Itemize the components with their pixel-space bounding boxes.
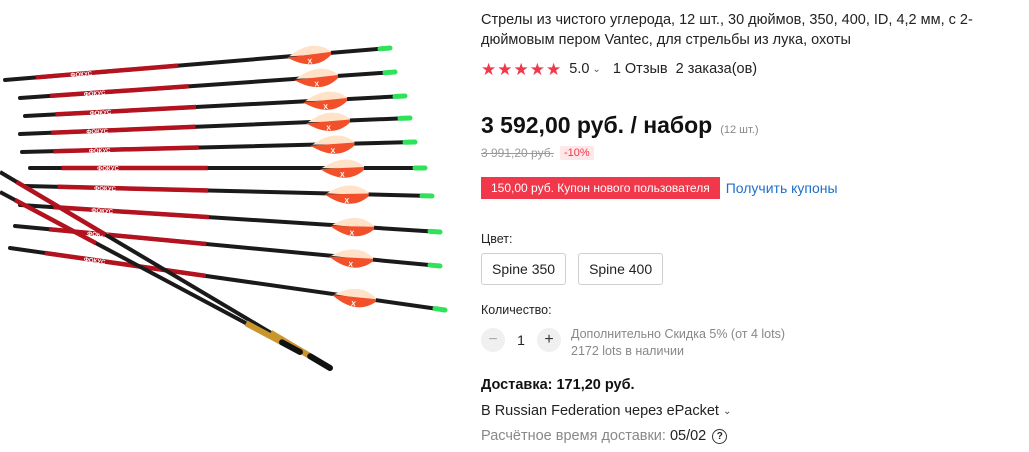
eta-value: 05/02 xyxy=(669,428,707,444)
delivery-title: Доставка: 171,20 руб. xyxy=(481,377,635,393)
increase-quantity-button[interactable]: + xyxy=(537,328,561,352)
shipping-method: В Russian Federation через ePacket xyxy=(481,403,719,419)
star-icon: ★ xyxy=(481,59,497,79)
current-price: 3 592,00 руб. / набор xyxy=(481,112,713,138)
quantity-stepper: − 1 + Дополнительно Скидка 5% (от 4 lots… xyxy=(481,326,785,360)
arrow-shaft: ФОКУС X xyxy=(18,112,413,136)
brand-text: ФОКУС xyxy=(90,110,113,117)
coupon-row: 150,00 руб. Купон нового пользователя По… xyxy=(481,177,838,199)
brand-text: ФОКУС xyxy=(86,129,109,136)
logo-text: X xyxy=(351,301,357,309)
logo-text: X xyxy=(307,58,313,65)
price-unit: (12 шт.) xyxy=(720,124,759,136)
brand-text: ФОКУС xyxy=(70,71,93,79)
price-row: 3 592,00 руб. / набор (12 шт.) xyxy=(481,112,759,139)
star-icon: ★ xyxy=(513,59,529,79)
rating-stars[interactable]: ★ ★ ★ ★ ★ xyxy=(481,61,561,78)
old-price: 3 991,20 руб. xyxy=(481,146,554,160)
star-icon: ★ xyxy=(497,59,513,79)
get-coupons-link[interactable]: Получить купоны xyxy=(726,180,838,196)
help-icon[interactable]: ? xyxy=(712,428,728,444)
arrows-illustration: ФОКУСXФОКУСXФОКУСXФОКУС XФОКУС XФОКУСXФОКУ… xyxy=(0,45,448,371)
brand-text: ФОКУС xyxy=(97,167,119,173)
discount-badge: -10% xyxy=(559,146,594,160)
logo-text: X xyxy=(348,261,354,268)
logo-text: X xyxy=(344,198,349,205)
logo-text: X xyxy=(314,81,319,88)
brand-text: ФОКУС xyxy=(94,186,116,193)
arrow-shaft: ФОКУС X xyxy=(28,159,428,179)
extra-discount-text: Дополнительно Скидка 5% (от 4 lots) xyxy=(571,327,785,341)
quantity-value[interactable]: 1 xyxy=(505,328,537,352)
diagonal-arrow xyxy=(0,190,303,355)
variant-options: Spine 350 Spine 400 xyxy=(481,253,664,285)
product-title: Стрелы из чистого углерода, 12 шт., 30 д… xyxy=(481,12,973,48)
logo-text: X xyxy=(323,104,328,111)
coupon-badge: 150,00 руб. Купон нового пользователя xyxy=(481,177,720,199)
brand-text: ФОКУС xyxy=(91,208,114,215)
brand-text: ФОКУС xyxy=(89,148,111,155)
color-label: Цвет: xyxy=(481,232,513,246)
variant-spine-400[interactable]: Spine 400 xyxy=(578,253,664,285)
product-image[interactable]: ФОКУС X ФОКУС X ФОКУС X ФОКУС X ФОКУС X ФОКУС X ФОКУ… xyxy=(0,0,455,452)
star-icon: ★ xyxy=(529,59,545,79)
decrease-quantity-button[interactable]: − xyxy=(481,328,505,352)
variant-spine-350[interactable]: Spine 350 xyxy=(481,253,567,285)
brand-text: ФОКУС xyxy=(84,91,107,99)
old-price-row: 3 991,20 руб. -10% xyxy=(481,146,594,160)
arrow-shaft: ФОКУС X xyxy=(8,246,448,313)
brand-text: ФОКУС xyxy=(83,257,106,266)
orders-count: 2 заказа(ов) xyxy=(675,61,758,77)
logo-text: X xyxy=(326,125,331,132)
chevron-down-icon: ⌄ xyxy=(722,405,732,417)
star-icon: ★ xyxy=(546,59,562,79)
chevron-down-icon[interactable]: ⌄ xyxy=(592,64,600,75)
quantity-note: Дополнительно Скидка 5% (от 4 lots) 2172… xyxy=(571,326,785,360)
rating-row: ★ ★ ★ ★ ★ 5.0 ⌄ 1 Отзыв 2 заказа(ов) xyxy=(481,59,757,79)
reviews-link[interactable]: 1 Отзыв xyxy=(613,61,668,77)
rating-value[interactable]: 5.0 xyxy=(569,61,589,77)
eta-label: Расчётное время доставки: xyxy=(481,428,666,444)
arrow-shaft: ФОКУС X xyxy=(20,135,418,155)
stock-text: 2172 lots в наличии xyxy=(571,344,684,358)
logo-text: X xyxy=(331,148,336,155)
quantity-label: Количество: xyxy=(481,303,552,317)
eta-row: Расчётное время доставки: 05/02 ? xyxy=(481,428,728,444)
logo-text: X xyxy=(349,230,354,237)
shipping-method-dropdown[interactable]: В Russian Federation через ePacket ⌄ xyxy=(481,403,731,419)
logo-text: X xyxy=(340,172,345,179)
arrow-shaft: ФОКУС X xyxy=(23,184,435,205)
